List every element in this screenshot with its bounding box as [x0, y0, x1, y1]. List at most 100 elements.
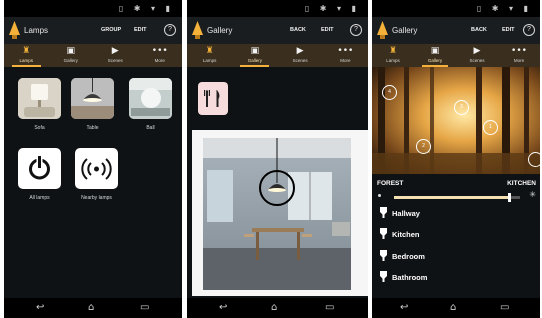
help-icon[interactable]: ? [164, 24, 176, 36]
action-bar: Lamps GROUP EDIT ? [4, 17, 182, 44]
tab-more[interactable]: ••• More [323, 44, 368, 67]
edit-button[interactable]: EDIT [321, 27, 334, 33]
help-icon[interactable]: ? [523, 24, 535, 36]
room-label: Hallway [392, 209, 420, 218]
tab-lamps[interactable]: ♜ Lamps [187, 44, 232, 67]
back-nav-icon[interactable]: ↩ [219, 302, 227, 313]
lamp-marker[interactable]: 2 [416, 139, 431, 154]
lamp-marker[interactable]: 4 [382, 85, 397, 100]
lamp-tile-table[interactable] [71, 78, 114, 119]
room-label: Kitchen [392, 230, 420, 239]
tab-label: Gallery [247, 58, 262, 63]
status-icons: ▯ ✱ ▾ ▮ [476, 4, 532, 13]
app-title: Gallery [207, 26, 233, 35]
bulb-icon [380, 228, 387, 239]
power-icon [29, 156, 50, 180]
brightness-slider[interactable]: ✳ [378, 190, 536, 203]
group-button[interactable]: GROUP [101, 27, 121, 33]
recent-apps-icon[interactable]: ▭ [325, 302, 334, 313]
app-logo-icon [9, 21, 20, 39]
home-nav-icon[interactable]: ⌂ [450, 302, 456, 313]
help-icon[interactable]: ? [350, 24, 362, 36]
gallery-icon: ▣ [66, 46, 76, 56]
tab-gallery[interactable]: ▣ Gallery [414, 44, 456, 67]
tab-label: More [154, 58, 165, 63]
forest-photo [372, 67, 540, 174]
recent-apps-icon[interactable]: ▭ [140, 302, 149, 313]
scene-screen: ▯ ✱ ▾ ▮ Gallery BACK EDIT ? ♜ Lamps ▣ Ga… [372, 0, 540, 318]
tab-label: Gallery [427, 58, 443, 63]
more-icon: ••• [511, 46, 527, 56]
tab-gallery[interactable]: ▣ Gallery [49, 44, 94, 67]
app-logo-icon [192, 21, 203, 39]
system-nav-bar: ↩ ⌂ ▭ [187, 298, 368, 318]
room-label: Bathroom [392, 273, 428, 282]
slider-track [394, 193, 520, 202]
edit-button[interactable]: EDIT [134, 27, 147, 33]
action-bar: Gallery BACK EDIT ? [372, 17, 540, 44]
home-nav-icon[interactable]: ⌂ [88, 302, 94, 313]
tab-scenes[interactable]: ▶ Scenes [278, 44, 323, 67]
recent-apps-icon[interactable]: ▭ [500, 302, 509, 313]
tab-gallery[interactable]: ▣ Gallery [232, 44, 277, 67]
lamp-marker[interactable] [528, 152, 540, 167]
back-button[interactable]: BACK [290, 27, 306, 33]
tab-label: Scenes [469, 58, 485, 63]
tab-label: Gallery [63, 58, 78, 63]
lamp-label-ball: Ball [146, 125, 155, 131]
tab-scenes[interactable]: ▶ Scenes [456, 44, 498, 67]
status-bar: ▯ ✱ ▾ ▮ [187, 0, 368, 17]
room-label: Bedroom [392, 252, 425, 261]
fork-knife-icon [204, 90, 220, 107]
app-title: Lamps [24, 26, 49, 35]
tab-label: Scenes [292, 58, 308, 63]
system-nav-bar: ↩ ⌂ ▭ [372, 298, 540, 318]
slider-fill [394, 196, 510, 199]
nearby-signal-icon [81, 158, 112, 180]
back-nav-icon[interactable]: ↩ [36, 302, 44, 313]
back-button[interactable]: BACK [471, 27, 487, 33]
tab-lamps[interactable]: ♜ Lamps [4, 44, 49, 67]
all-lamps-button[interactable] [18, 148, 61, 189]
lamp-marker[interactable]: 3 [454, 100, 469, 115]
table-lamp-icon [71, 78, 114, 119]
lamp-tile-ball[interactable] [129, 78, 172, 119]
forest-scene-image[interactable]: 4 3 1 2 [372, 67, 540, 174]
edit-button[interactable]: EDIT [502, 27, 515, 33]
status-bar: ▯ ✱ ▾ ▮ [4, 0, 182, 17]
tab-lamps[interactable]: ♜ Lamps [372, 44, 414, 67]
more-icon: ••• [337, 46, 354, 56]
scene-name-kitchen[interactable]: KITCHEN [507, 180, 536, 187]
system-nav-bar: ↩ ⌂ ▭ [4, 298, 182, 318]
dining-category-button[interactable] [198, 82, 228, 115]
tab-bar: ♜ Lamps ▣ Gallery ▶ Scenes ••• More [187, 44, 368, 67]
tab-label: Lamps [386, 58, 400, 63]
action-bar: Gallery BACK EDIT ? [187, 17, 368, 44]
nearby-lamps-label: Nearby lamps [81, 195, 112, 201]
scene-name-forest[interactable]: FOREST [377, 180, 403, 187]
tab-more[interactable]: ••• More [138, 44, 183, 67]
dining-room-photo[interactable] [192, 130, 368, 296]
tab-bar: ♜ Lamps ▣ Gallery ▶ Scenes ••• More [372, 44, 540, 67]
nearby-lamps-button[interactable] [75, 148, 118, 189]
tab-more[interactable]: ••• More [498, 44, 540, 67]
back-nav-icon[interactable]: ↩ [400, 302, 408, 313]
more-icon: ••• [151, 46, 168, 56]
lamp-label-sofa: Sofa [34, 125, 45, 131]
gallery-icon: ▣ [430, 46, 440, 56]
gallery-icon: ▣ [250, 46, 260, 56]
slider-thumb[interactable] [508, 193, 512, 202]
scenes-icon: ▶ [296, 46, 304, 56]
tab-label: Lamps [19, 58, 33, 63]
tab-label: Scenes [107, 58, 123, 63]
bulb-icon [380, 271, 387, 282]
scenes-icon: ▶ [111, 46, 119, 56]
brightness-high-icon: ✳ [529, 190, 536, 199]
lamp-tile-sofa[interactable] [18, 78, 61, 119]
tab-scenes[interactable]: ▶ Scenes [93, 44, 138, 67]
lamp-icon: ♜ [22, 46, 31, 56]
status-bar: ▯ ✱ ▾ ▮ [372, 0, 540, 17]
lamp-marker[interactable]: 1 [483, 120, 498, 135]
lamps-screen: ▯ ✱ ▾ ▮ Lamps GROUP EDIT ? ♜ Lamps ▣ Gal… [4, 0, 182, 318]
home-nav-icon[interactable]: ⌂ [271, 302, 277, 313]
